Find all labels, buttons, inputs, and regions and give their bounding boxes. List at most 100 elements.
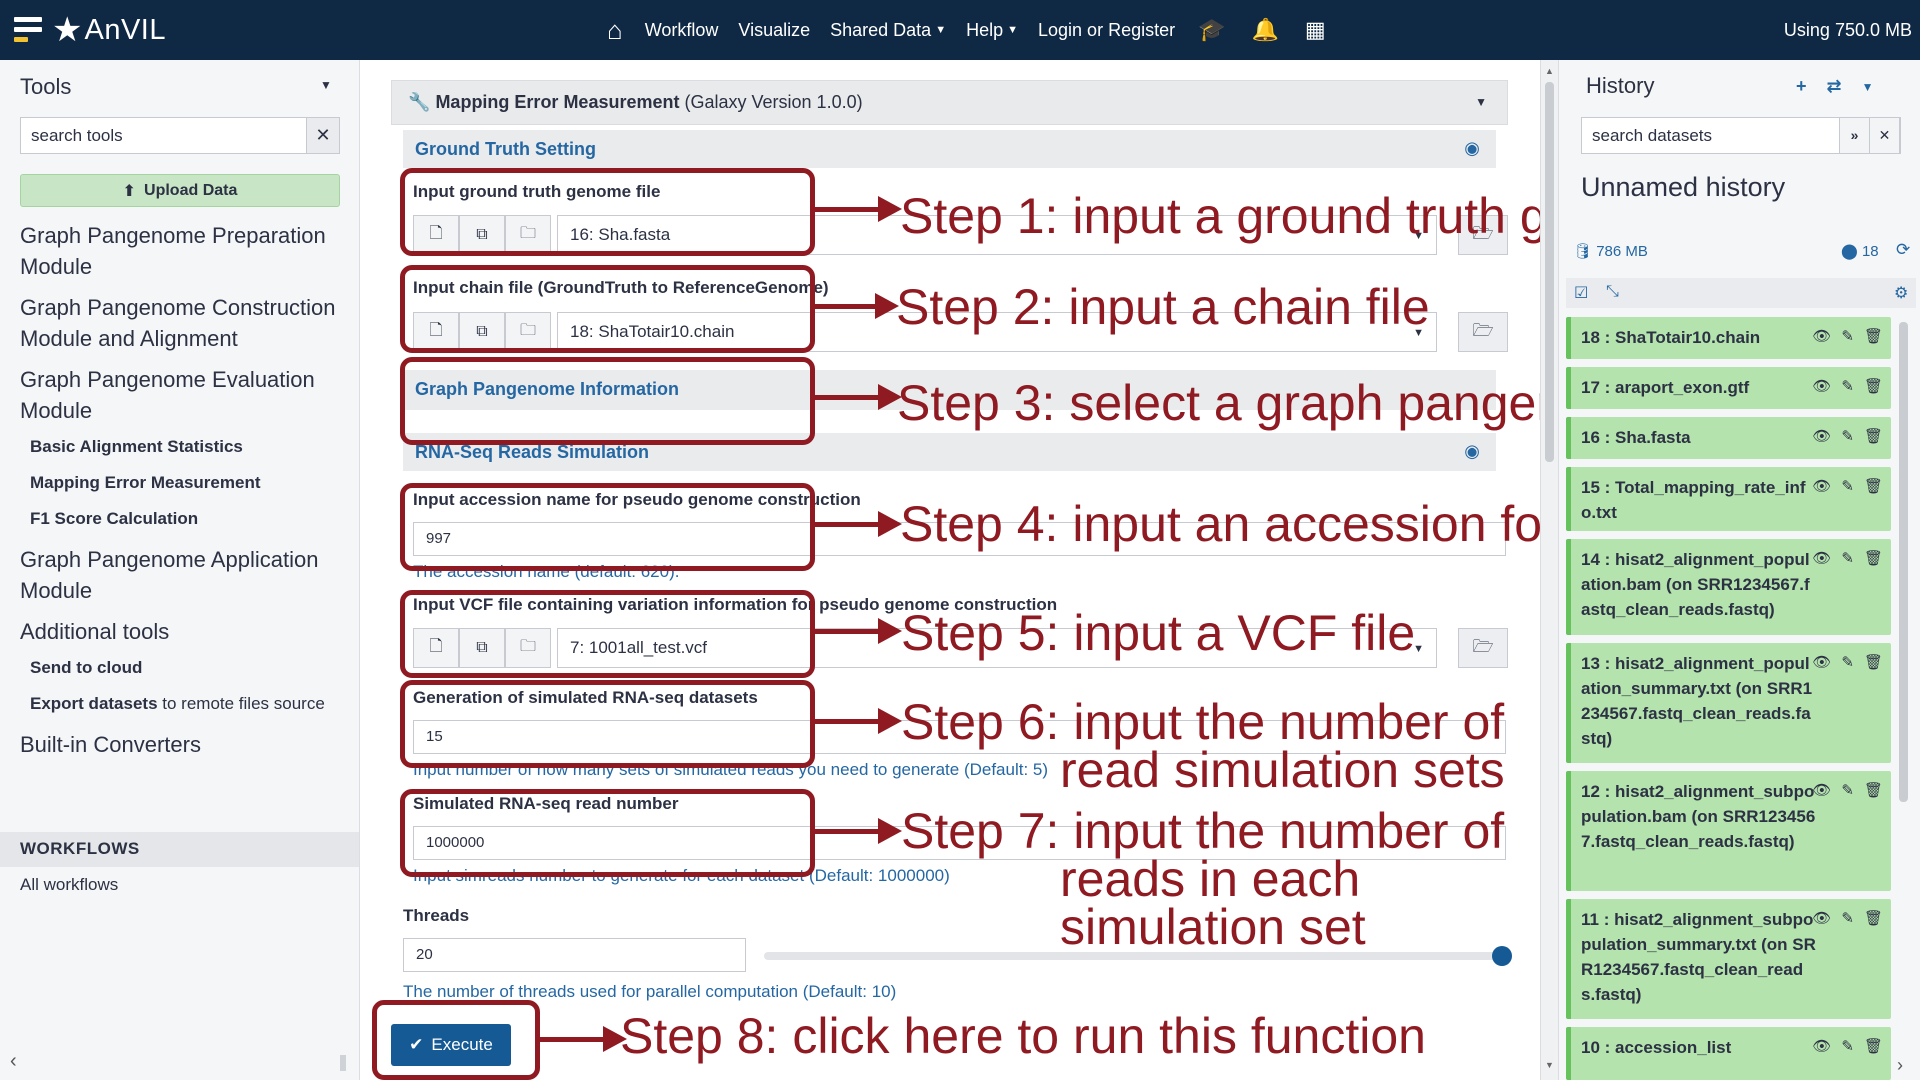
nav-visualize[interactable]: Visualize: [728, 0, 820, 60]
nav-login-register[interactable]: Login or Register: [1028, 0, 1185, 60]
quota-meter[interactable]: Using 750.0 MB: [1784, 20, 1912, 41]
wrench-icon: 🔧: [408, 92, 431, 112]
clear-search-icon[interactable]: ✕: [1870, 118, 1900, 153]
step8-highlight: [372, 1000, 540, 1080]
caret-down-icon: ▼: [1007, 24, 1019, 36]
section-built-in-converters[interactable]: Built-in Converters: [20, 729, 350, 760]
clear-search-icon[interactable]: ✕: [307, 118, 339, 153]
eye-slash-icon[interactable]: ◉: [1464, 138, 1480, 159]
section-additional-tools[interactable]: Additional tools: [20, 616, 350, 647]
trash-icon: 🗑: [1863, 550, 1883, 567]
tool-basic-alignment-statistics[interactable]: Basic Alignment Statistics: [30, 436, 350, 457]
step4-highlight: [400, 483, 815, 571]
apps-grid-icon[interactable]: ▦: [1292, 0, 1339, 60]
database-icon: 🛢: [1573, 243, 1593, 260]
tool-send-to-cloud[interactable]: Send to cloud: [30, 657, 350, 678]
chevron-down-icon[interactable]: ▼: [1475, 95, 1487, 109]
step1-highlight: [400, 168, 815, 256]
tool-search: search tools ✕: [20, 117, 340, 154]
brand-logo[interactable]: ★ AnVIL: [14, 10, 166, 50]
nav-shared-data[interactable]: Shared Data ▼: [820, 0, 956, 60]
center-scrollbar[interactable]: ▲ ▼: [1541, 60, 1559, 1080]
graduation-cap-icon[interactable]: 🎓: [1185, 0, 1238, 60]
trash-icon: 🗑: [1863, 910, 1883, 927]
pencil-icon: ✎: [1841, 478, 1854, 495]
threads-label: Threads: [403, 906, 470, 925]
history-item[interactable]: 17 : araport_exon.gtf 👁 ✎ 🗑: [1566, 367, 1891, 409]
section-evaluation[interactable]: Graph Pangenome Evaluation Module: [20, 364, 350, 426]
tool-mapping-error-measurement[interactable]: Mapping Error Measurement: [30, 472, 350, 493]
collapse-left-icon[interactable]: ‹: [10, 1050, 17, 1073]
expand-right-icon[interactable]: ›: [1897, 1055, 1903, 1076]
chevron-down-icon[interactable]: ▼: [320, 78, 332, 92]
tool-search-input[interactable]: search tools: [21, 118, 307, 153]
tool-header: 🔧 Mapping Error Measurement (Galaxy Vers…: [391, 80, 1508, 125]
section-construction[interactable]: Graph Pangenome Construction Module and …: [20, 292, 350, 354]
history-item[interactable]: 14 : hisat2_alignment_population.bam (on…: [1566, 539, 1891, 635]
notifications-bell-icon[interactable]: 🔔: [1239, 0, 1292, 60]
history-search-input[interactable]: search datasets: [1582, 118, 1840, 153]
step3-highlight: [400, 357, 815, 445]
history-item[interactable]: 18 : ShaTotair10.chain 👁 ✎ 🗑: [1566, 317, 1891, 359]
scroll-up-icon[interactable]: ▲: [1545, 66, 1554, 76]
scrollbar-thumb[interactable]: [1545, 82, 1554, 462]
trash-icon: 🗑: [1863, 478, 1883, 495]
pencil-icon: ✎: [1841, 1038, 1854, 1055]
eye-icon: 👁: [1812, 910, 1832, 927]
history-item[interactable]: 13 : hisat2_alignment_population_summary…: [1566, 643, 1891, 763]
gear-icon[interactable]: ⚙: [1894, 283, 1908, 303]
tool-export-datasets[interactable]: Export datasets to remote files source: [30, 693, 350, 714]
step7-label-line1: Step 7: input the number of: [901, 803, 1505, 859]
step5-highlight: [400, 590, 815, 678]
collapse-items-icon[interactable]: ⤡: [1606, 283, 1619, 301]
threads-slider-handle[interactable]: [1492, 946, 1512, 966]
history-name[interactable]: Unnamed history: [1581, 172, 1785, 203]
trash-icon: 🗑: [1863, 328, 1883, 345]
step1-arrow: [815, 196, 902, 222]
pencil-icon: ✎: [1841, 550, 1854, 567]
main-nav: ⌂ Workflow Visualize Shared Data ▼ Help ▼ …: [595, 0, 1339, 60]
upload-data-button[interactable]: ⬆ Upload Data: [20, 174, 340, 207]
history-item[interactable]: 11 : hisat2_alignment_subpopulation_summ…: [1566, 899, 1891, 1019]
tool-panel: Tools ▼ search tools ✕ ⬆ Upload Data Gra…: [0, 60, 360, 1080]
history-item[interactable]: 12 : hisat2_alignment_subpopulation.bam …: [1566, 771, 1891, 891]
tool-panel-title: Tools: [20, 74, 72, 99]
pencil-icon: ✎: [1841, 782, 1854, 799]
scroll-down-icon[interactable]: ▼: [1545, 1060, 1554, 1070]
tool-f1-score-calculation[interactable]: F1 Score Calculation: [30, 508, 350, 529]
step6-arrow: [815, 708, 902, 734]
eye-icon: 👁: [1812, 328, 1832, 345]
history-count[interactable]: ⬤ 18: [1841, 242, 1879, 260]
switch-history-icon[interactable]: ⇄: [1827, 76, 1842, 98]
section-application[interactable]: Graph Pangenome Application Module: [20, 544, 350, 606]
menu-icon[interactable]: [14, 17, 42, 43]
history-scrollbar-thumb[interactable]: [1899, 322, 1908, 802]
threads-input[interactable]: 20: [403, 938, 746, 972]
plus-icon[interactable]: +: [1796, 76, 1807, 98]
step2-arrow: [815, 293, 899, 319]
tool-version: (Galaxy Version 1.0.0): [684, 92, 863, 112]
browse-folder-icon[interactable]: 🗁: [1458, 312, 1508, 352]
panel-drag-handle[interactable]: [340, 1055, 346, 1071]
history-item[interactable]: 10 : accession_list 👁 ✎ 🗑: [1566, 1027, 1891, 1080]
upload-icon: ⬆: [122, 182, 137, 200]
refresh-icon[interactable]: ⟳: [1896, 240, 1910, 260]
step8-arrow: [540, 1026, 627, 1052]
browse-folder-icon[interactable]: 🗁: [1458, 628, 1508, 668]
advanced-search-icon[interactable]: »: [1840, 118, 1870, 153]
nav-help[interactable]: Help ▼: [956, 0, 1028, 60]
section-preparation[interactable]: Graph Pangenome Preparation Module: [20, 220, 350, 282]
nav-workflow[interactable]: Workflow: [635, 0, 729, 60]
eye-icon: 👁: [1812, 550, 1832, 567]
section-ground-truth[interactable]: Ground Truth Setting ◉: [403, 130, 1496, 168]
all-workflows-link[interactable]: All workflows: [20, 875, 118, 895]
pencil-icon: ✎: [1841, 910, 1854, 927]
select-items-icon[interactable]: ☑: [1574, 283, 1588, 303]
history-item[interactable]: 16 : Sha.fasta 👁 ✎ 🗑: [1566, 417, 1891, 459]
history-size[interactable]: 🛢 786 MB: [1573, 242, 1648, 260]
home-icon[interactable]: ⌂: [595, 0, 635, 60]
eye-slash-icon[interactable]: ◉: [1464, 441, 1480, 462]
chevron-down-icon[interactable]: ▼: [1862, 76, 1874, 98]
step3-arrow: [815, 384, 902, 410]
history-item[interactable]: 15 : Total_mapping_rate_info.txt 👁 ✎ 🗑: [1566, 467, 1891, 531]
